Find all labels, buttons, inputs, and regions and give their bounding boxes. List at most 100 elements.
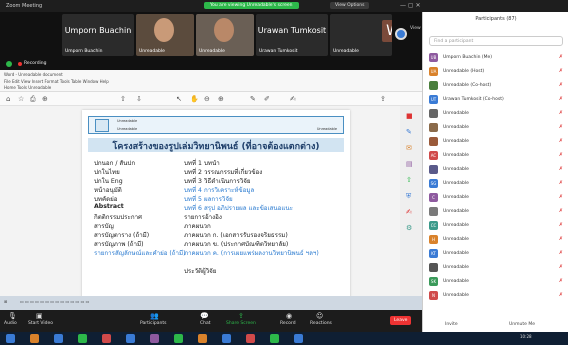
app-icon[interactable]: [174, 334, 183, 343]
video-tile[interactable]: Urawan Tumkosit Urawan Tumkosit: [256, 14, 328, 56]
participants-icon[interactable]: 👥: [150, 312, 159, 320]
export-icon[interactable]: ⇧: [406, 176, 412, 184]
view-button[interactable]: View: [410, 26, 421, 31]
start-icon[interactable]: [6, 334, 15, 343]
participant-row[interactable]: CC Unreadable ✗: [429, 220, 565, 232]
mic-muted-icon: ✗: [558, 166, 563, 172]
unmute-me-button[interactable]: Unmute Me: [509, 322, 535, 327]
document-page: Unreadable Unreadable Unreadable โครงสร้…: [82, 110, 350, 306]
view-options-button[interactable]: View Options: [330, 2, 370, 9]
video-tile[interactable]: W Unreadable: [330, 14, 392, 56]
participant-name: Unreadable: [443, 209, 469, 214]
zoom-icon[interactable]: ⊕: [42, 95, 48, 103]
app-icon[interactable]: [30, 334, 39, 343]
zoom-in-icon[interactable]: ⊕: [218, 95, 224, 103]
record-icon[interactable]: ◉: [286, 312, 292, 320]
participant-row[interactable]: SG Unreadable ✗: [429, 178, 565, 190]
app-icon[interactable]: [54, 334, 63, 343]
tile-big-name: Urawan Tumkosit: [257, 26, 327, 35]
participant-face: [154, 18, 174, 42]
participant-search-input[interactable]: Find a participant: [429, 36, 563, 46]
doc-menu-bar[interactable]: File Edit View Insert Format Tools Table…: [4, 79, 109, 84]
app-icon[interactable]: [126, 334, 135, 343]
audio-button[interactable]: Audio: [4, 321, 17, 326]
tools-icon[interactable]: ⚙: [406, 224, 412, 232]
participant-row[interactable]: AC Unreadable ✗: [429, 150, 565, 162]
participant-name: Unreadable: [443, 293, 469, 298]
leave-button[interactable]: Leave: [390, 316, 412, 325]
avatar: SG: [429, 179, 438, 188]
start-video-button[interactable]: Start Video: [28, 321, 53, 326]
participant-row[interactable]: Unreadable ✗: [429, 262, 565, 274]
chat-button[interactable]: Chat: [200, 321, 211, 326]
edit-icon[interactable]: ✎: [406, 128, 412, 136]
app-icon[interactable]: [222, 334, 231, 343]
participant-row[interactable]: H Unreadable ✗: [429, 234, 565, 246]
participant-row[interactable]: Unreadable (Co-host) ✗: [429, 80, 565, 92]
page-down-icon[interactable]: ⇩: [136, 95, 142, 103]
comment-icon[interactable]: ✎: [250, 95, 256, 103]
highlight-icon[interactable]: ✐: [264, 95, 270, 103]
participant-row[interactable]: SK Unreadable ✗: [429, 276, 565, 288]
security-icon[interactable]: [6, 61, 12, 67]
page-up-icon[interactable]: ⇧: [120, 95, 126, 103]
sign-icon[interactable]: ✍: [290, 95, 296, 103]
reactions-button[interactable]: Reactions: [310, 321, 332, 326]
hand-icon[interactable]: ✋: [190, 95, 199, 103]
protect-icon[interactable]: ⛨: [406, 192, 411, 201]
cursor-icon[interactable]: ↖: [176, 95, 182, 103]
share-screen-button[interactable]: Share Screen: [226, 321, 256, 326]
app-icon[interactable]: [78, 334, 87, 343]
pdf-icon[interactable]: ■: [406, 112, 413, 120]
video-tile[interactable]: Umporn Buachin Umporn Buachin: [62, 14, 134, 56]
participant-row[interactable]: KT Unreadable ✗: [429, 248, 565, 260]
video-tile[interactable]: Unreadable: [136, 14, 194, 56]
participant-row[interactable]: Unreadable ✗: [429, 122, 565, 134]
participants-button[interactable]: Participants: [140, 321, 166, 326]
participant-name: Unreadable: [443, 223, 469, 228]
home-icon[interactable]: ⌂: [6, 95, 10, 103]
share-screen-icon[interactable]: ⇪: [238, 312, 244, 320]
participant-row[interactable]: C Unreadable ✗: [429, 192, 565, 204]
participant-row[interactable]: Unreadable ✗: [429, 206, 565, 218]
active-speaker-icon: [395, 28, 407, 40]
doc-title: โครงสร้างของรูปเล่มวิทยานิพนธ์ (ที่อาจต้…: [112, 142, 320, 152]
participant-row[interactable]: Unreadable ✗: [429, 108, 565, 120]
avatar: [429, 165, 438, 174]
zoom-out-icon[interactable]: ⊖: [204, 95, 210, 103]
mic-muted-icon: ✗: [558, 236, 563, 242]
app-icon[interactable]: [246, 334, 255, 343]
participant-row[interactable]: N Unreadable ✗: [429, 290, 565, 302]
doc-ribbon-tabs[interactable]: Home Tools Unreadable: [4, 85, 51, 90]
app-icon[interactable]: [270, 334, 279, 343]
star-icon[interactable]: ☆: [18, 95, 24, 103]
organize-icon[interactable]: ▤: [406, 160, 413, 168]
app-icon[interactable]: [294, 334, 303, 343]
video-icon[interactable]: ▣: [36, 312, 43, 320]
comment-icon[interactable]: ✉: [406, 144, 412, 152]
window-controls[interactable]: — ▢ ✕: [400, 2, 421, 9]
sign-icon[interactable]: ✍: [406, 208, 412, 216]
mic-muted-icon: ✗: [558, 222, 563, 228]
video-tile[interactable]: Unreadable: [196, 14, 254, 56]
participant-row[interactable]: UB Umporn Buachin (Me) ✗: [429, 52, 565, 64]
record-button[interactable]: Record: [280, 321, 296, 326]
mic-icon[interactable]: 🎙: [8, 312, 17, 320]
reactions-icon[interactable]: ☺: [316, 312, 323, 320]
app-icon[interactable]: [198, 334, 207, 343]
invite-button[interactable]: Invite: [445, 322, 458, 327]
participant-row[interactable]: Unreadable ✗: [429, 164, 565, 176]
title-bar: Zoom Meeting You are viewing Unreadable'…: [0, 0, 568, 12]
print-icon[interactable]: ⎙: [30, 95, 36, 104]
app-icon[interactable]: [102, 334, 111, 343]
doc-side-tools: ■ ✎ ✉ ▤ ⇧ ⛨ ✍ ⚙: [400, 106, 422, 306]
participant-row[interactable]: UA Unreadable (Host) ✗: [429, 66, 565, 78]
mic-muted-icon: ✗: [558, 152, 563, 158]
avatar: N: [429, 291, 438, 300]
shared-screen: Word - Unreadable document File Edit Vie…: [0, 70, 422, 310]
app-icon[interactable]: [150, 334, 159, 343]
participant-row[interactable]: UT Urawan Tumkosit (Co-host) ✗: [429, 94, 565, 106]
chat-icon[interactable]: 💬: [200, 312, 209, 320]
share-icon[interactable]: ⇪: [380, 95, 386, 103]
participant-row[interactable]: Unreadable ✗: [429, 136, 565, 148]
